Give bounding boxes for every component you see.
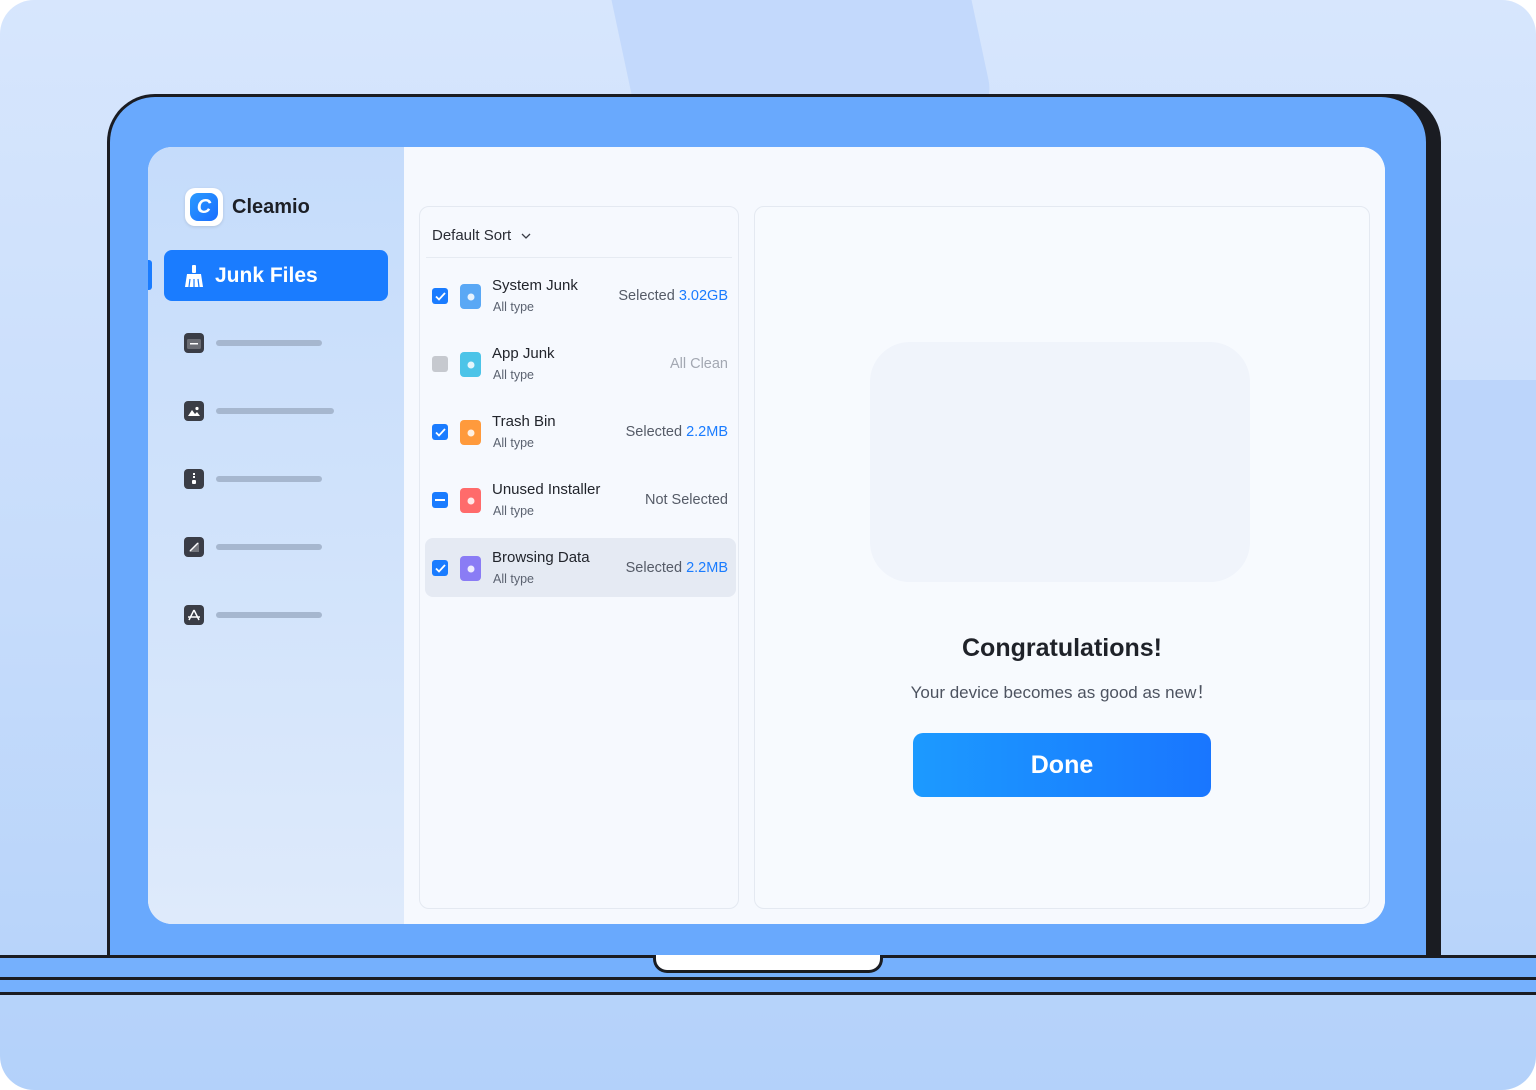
status-prefix: Selected (625, 560, 683, 576)
chevron-down-icon (521, 233, 531, 239)
sidebar-item-2[interactable] (184, 401, 334, 421)
result-panel: Congratulations! Your device becomes as … (754, 206, 1370, 909)
status-size: 2.2MB (686, 560, 728, 576)
status-text: All Clean (669, 356, 728, 372)
sort-dropdown[interactable]: Default Sort (432, 227, 531, 244)
trash-bin-icon (460, 420, 481, 445)
item-status: Selected 2.2MB (626, 424, 728, 440)
list-item[interactable]: App Junk All type All Clean (425, 334, 736, 393)
status-prefix: Selected (618, 288, 675, 304)
sidebar-item-placeholder (216, 408, 334, 414)
status-size: 2.2MB (686, 424, 728, 440)
checkbox[interactable] (432, 492, 448, 508)
divider (426, 257, 732, 258)
system-junk-icon (460, 284, 481, 309)
app-name: Cleamio (232, 195, 310, 218)
item-status: Selected 3.02GB (618, 288, 728, 304)
folder-icon (184, 333, 204, 353)
sidebar-item-1[interactable] (184, 333, 322, 353)
logo-icon: C (185, 188, 223, 226)
list-item[interactable]: Browsing Data All type Selected 2.2MB (425, 538, 736, 597)
item-status: Not Selected (645, 492, 728, 508)
document-icon (184, 537, 204, 557)
zip-archive-icon (184, 469, 204, 489)
photo-icon (184, 401, 204, 421)
sidebar-item-junk-files[interactable]: Junk Files (164, 250, 388, 301)
sidebar: C Cleamio Junk Files (148, 147, 404, 924)
laptop-notch (653, 955, 883, 973)
item-type: All type (493, 436, 534, 450)
done-button[interactable]: Done (913, 733, 1211, 797)
app-store-icon (184, 605, 204, 625)
checkbox[interactable] (432, 356, 448, 372)
junk-list-panel: Default Sort System Junk All type Selected… (419, 206, 739, 909)
item-name: App Junk (492, 345, 555, 362)
installer-icon (460, 488, 481, 513)
list-item[interactable]: Unused Installer All type Not Selected (425, 470, 736, 529)
illustration-placeholder (870, 342, 1250, 582)
checkbox[interactable] (432, 560, 448, 576)
browsing-data-icon (460, 556, 481, 581)
app-junk-icon (460, 352, 481, 377)
item-status: All Clean (670, 356, 728, 372)
item-name: Browsing Data (492, 549, 590, 566)
item-type: All type (493, 300, 534, 314)
item-name: Unused Installer (492, 481, 601, 498)
item-name: Trash Bin (492, 413, 556, 430)
sort-label: Default Sort (432, 227, 512, 244)
sidebar-item-placeholder (216, 340, 322, 346)
item-status: Selected 2.2MB (626, 560, 728, 576)
status-text: Not Selected (644, 492, 728, 508)
congrats-title: Congratulations! (962, 634, 1162, 662)
status-prefix: Selected (625, 424, 683, 440)
sidebar-item-5[interactable] (184, 605, 322, 625)
item-type: All type (493, 504, 534, 518)
checkbox[interactable] (432, 288, 448, 304)
item-type: All type (493, 572, 534, 586)
status-size: 3.02GB (678, 288, 728, 304)
sidebar-item-placeholder (216, 544, 322, 550)
sidebar-item-3[interactable] (184, 469, 322, 489)
sidebar-item-placeholder (216, 476, 322, 482)
sidebar-item-4[interactable] (184, 537, 322, 557)
sidebar-item-placeholder (216, 612, 322, 618)
app-logo: C Cleamio (185, 188, 310, 226)
list-item[interactable]: System Junk All type Selected 3.02GB (425, 266, 736, 325)
main-content: Default Sort System Junk All type Selected… (404, 147, 1385, 924)
sidebar-item-label: Junk Files (215, 263, 318, 287)
laptop-base-line (0, 977, 1536, 980)
active-nav-marker (148, 260, 152, 290)
congrats-subtitle: Your device becomes as good as new！ (910, 683, 1214, 702)
list-item[interactable]: Trash Bin All type Selected 2.2MB (425, 402, 736, 461)
checkbox[interactable] (432, 424, 448, 440)
broom-icon (185, 264, 203, 287)
item-type: All type (493, 368, 534, 382)
item-name: System Junk (492, 277, 578, 294)
app-window: C Cleamio Junk Files Default Sort System… (148, 147, 1385, 924)
